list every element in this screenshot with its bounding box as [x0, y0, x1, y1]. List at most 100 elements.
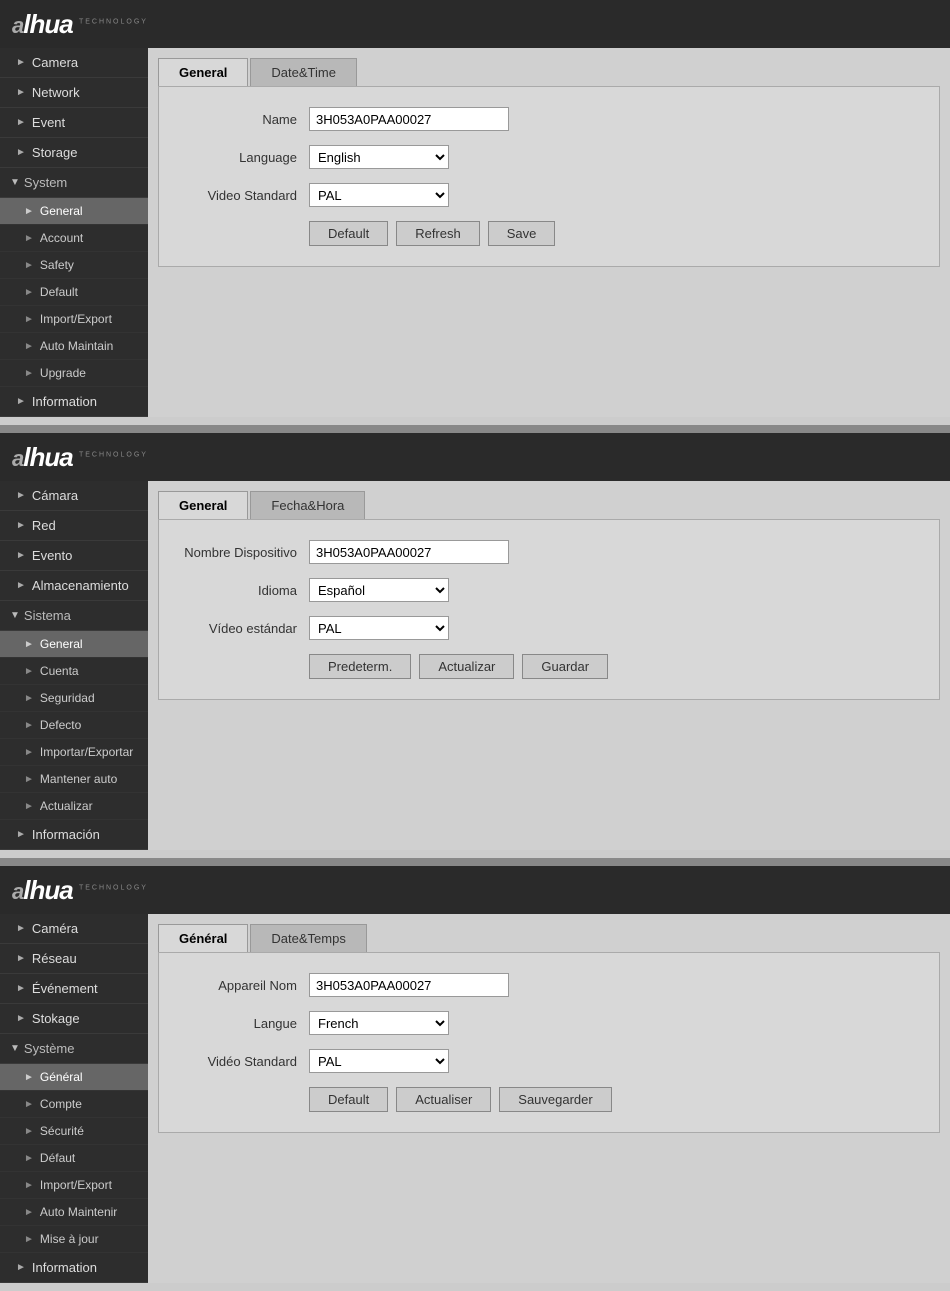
chevron-right-icon: ►: [24, 774, 34, 785]
sidebar-sub-account[interactable]: ►Account: [0, 225, 148, 252]
sidebar-sub-mantener-auto[interactable]: ►Mantener auto: [0, 766, 148, 793]
form-buttons: Default Actualiser Sauvegarder: [309, 1087, 919, 1112]
chevron-right-icon: ►: [16, 1013, 26, 1024]
sidebar-item-storage[interactable]: ►Storage: [0, 138, 148, 168]
tab-fecha-hora[interactable]: Fecha&Hora: [250, 491, 365, 519]
sidebar-label: Réseau: [32, 951, 77, 966]
tab-date-time[interactable]: Date&Time: [250, 58, 357, 86]
sidebar-sub-auto-maintenir[interactable]: ►Auto Maintenir: [0, 1199, 148, 1226]
sidebar-section-label: Sistema: [24, 608, 71, 623]
sidebar-sub-compte[interactable]: ►Compte: [0, 1091, 148, 1118]
sidebar-item-almacenamiento[interactable]: ►Almacenamiento: [0, 571, 148, 601]
tab-general[interactable]: General: [158, 58, 248, 86]
sidebar-item-event[interactable]: ►Event: [0, 108, 148, 138]
form-row-1: LanguageEnglish: [179, 145, 919, 169]
sidebar-sub-seguridad[interactable]: ►Seguridad: [0, 685, 148, 712]
sidebar-item--v-nement[interactable]: ►Événement: [0, 974, 148, 1004]
chevron-right-icon: ►: [16, 147, 26, 158]
chevron-right-icon: ►: [24, 639, 34, 650]
button-save[interactable]: Save: [488, 221, 556, 246]
sidebar-sub-label: Auto Maintain: [40, 339, 113, 353]
field-label-0: Name: [179, 112, 309, 127]
tab-bar: GeneralDate&Time: [158, 58, 940, 86]
sidebar-sub-label: Defecto: [40, 718, 81, 732]
sidebar-item-evento[interactable]: ►Evento: [0, 541, 148, 571]
sidebar-label: Red: [32, 518, 56, 533]
sidebar-section-system[interactable]: ▼System: [0, 168, 148, 198]
sidebar-item-information[interactable]: ►Information: [0, 1253, 148, 1283]
sidebar-sub-d-faut[interactable]: ►Défaut: [0, 1145, 148, 1172]
sidebar-item-c-mara[interactable]: ►Cámara: [0, 481, 148, 511]
logo: alhua TECHNOLOGY: [12, 442, 148, 473]
content-area: GeneralDate&TimeNameLanguageEnglishVideo…: [148, 48, 950, 417]
field-input-0[interactable]: [309, 107, 509, 131]
panel-french-panel: alhua TECHNOLOGY ►Caméra►Réseau►Événemen…: [0, 866, 950, 1283]
chevron-right-icon: ►: [24, 233, 34, 244]
sidebar-sub-general[interactable]: ►General: [0, 631, 148, 658]
sidebar-item-camera[interactable]: ►Camera: [0, 48, 148, 78]
sidebar-sub-import-export[interactable]: ►Import/Export: [0, 306, 148, 333]
sidebar-item-stokage[interactable]: ►Stokage: [0, 1004, 148, 1034]
sidebar-sub-default[interactable]: ►Default: [0, 279, 148, 306]
sidebar-sub-importar-exportar[interactable]: ►Importar/Exportar: [0, 739, 148, 766]
chevron-right-icon: ►: [24, 1153, 34, 1164]
sidebar-section-syst-me[interactable]: ▼Système: [0, 1034, 148, 1064]
header: alhua TECHNOLOGY: [0, 433, 950, 481]
sidebar-item-informaci-n[interactable]: ►Información: [0, 820, 148, 850]
sidebar-item-network[interactable]: ►Network: [0, 78, 148, 108]
button-default[interactable]: Default: [309, 1087, 388, 1112]
sidebar-section-sistema[interactable]: ▼Sistema: [0, 601, 148, 631]
sidebar-sub-upgrade[interactable]: ►Upgrade: [0, 360, 148, 387]
sidebar-item-information[interactable]: ►Information: [0, 387, 148, 417]
chevron-right-icon: ►: [24, 1099, 34, 1110]
sidebar-sub-defecto[interactable]: ►Defecto: [0, 712, 148, 739]
field-label-1: Langue: [179, 1016, 309, 1031]
button-actualizar[interactable]: Actualizar: [419, 654, 514, 679]
field-select-1[interactable]: French: [309, 1011, 449, 1035]
sidebar-sub-import-export[interactable]: ►Import/Export: [0, 1172, 148, 1199]
sidebar-sub-general[interactable]: ►General: [0, 198, 148, 225]
button-refresh[interactable]: Refresh: [396, 221, 480, 246]
tab-general[interactable]: General: [158, 491, 248, 519]
field-input-0[interactable]: [309, 540, 509, 564]
field-label-2: Vidéo Standard: [179, 1054, 309, 1069]
sidebar-sub-label: Actualizar: [40, 799, 93, 813]
button-sauvegarder[interactable]: Sauvegarder: [499, 1087, 611, 1112]
sidebar-sub-auto-maintain[interactable]: ►Auto Maintain: [0, 333, 148, 360]
field-select-1[interactable]: English: [309, 145, 449, 169]
sidebar-sub-cuenta[interactable]: ►Cuenta: [0, 658, 148, 685]
field-label-1: Language: [179, 150, 309, 165]
sidebar-sub-safety[interactable]: ►Safety: [0, 252, 148, 279]
tab-date-temps[interactable]: Date&Temps: [250, 924, 366, 952]
field-select-2[interactable]: PAL: [309, 183, 449, 207]
button-predeterm-[interactable]: Predeterm.: [309, 654, 411, 679]
panel-divider: [0, 858, 950, 866]
tab-g-n-ral[interactable]: Général: [158, 924, 248, 952]
sidebar-item-red[interactable]: ►Red: [0, 511, 148, 541]
form-area: Appareil Nom LangueFrench Vidéo StandardPA…: [158, 952, 940, 1133]
form-row-1: LangueFrench: [179, 1011, 919, 1035]
form-row-0: Appareil Nom: [179, 973, 919, 997]
chevron-right-icon: ►: [24, 666, 34, 677]
sidebar-sub-actualizar[interactable]: ►Actualizar: [0, 793, 148, 820]
field-select-2[interactable]: PAL: [309, 1049, 449, 1073]
sidebar-item-cam-ra[interactable]: ►Caméra: [0, 914, 148, 944]
chevron-right-icon: ►: [24, 368, 34, 379]
main-layout: ►Camera►Network►Event►Storage▼System►Gen…: [0, 48, 950, 417]
sidebar-sub-g-n-ral[interactable]: ►Général: [0, 1064, 148, 1091]
sidebar: ►Cámara►Red►Evento►Almacenamiento▼Sistem…: [0, 481, 148, 850]
sidebar-sub-s-curit-[interactable]: ►Sécurité: [0, 1118, 148, 1145]
field-select-2[interactable]: PAL: [309, 616, 449, 640]
button-guardar[interactable]: Guardar: [522, 654, 608, 679]
field-input-0[interactable]: [309, 973, 509, 997]
sidebar-item-r-seau[interactable]: ► Réseau: [0, 944, 148, 974]
chevron-right-icon: ►: [16, 953, 26, 964]
header: alhua TECHNOLOGY: [0, 866, 950, 914]
button-actualiser[interactable]: Actualiser: [396, 1087, 491, 1112]
field-select-1[interactable]: Español: [309, 578, 449, 602]
chevron-right-icon: ►: [16, 829, 26, 840]
chevron-right-icon: ►: [24, 693, 34, 704]
sidebar-sub-mise---jour[interactable]: ►Mise à jour: [0, 1226, 148, 1253]
button-default[interactable]: Default: [309, 221, 388, 246]
sidebar-label: Événement: [32, 981, 98, 996]
